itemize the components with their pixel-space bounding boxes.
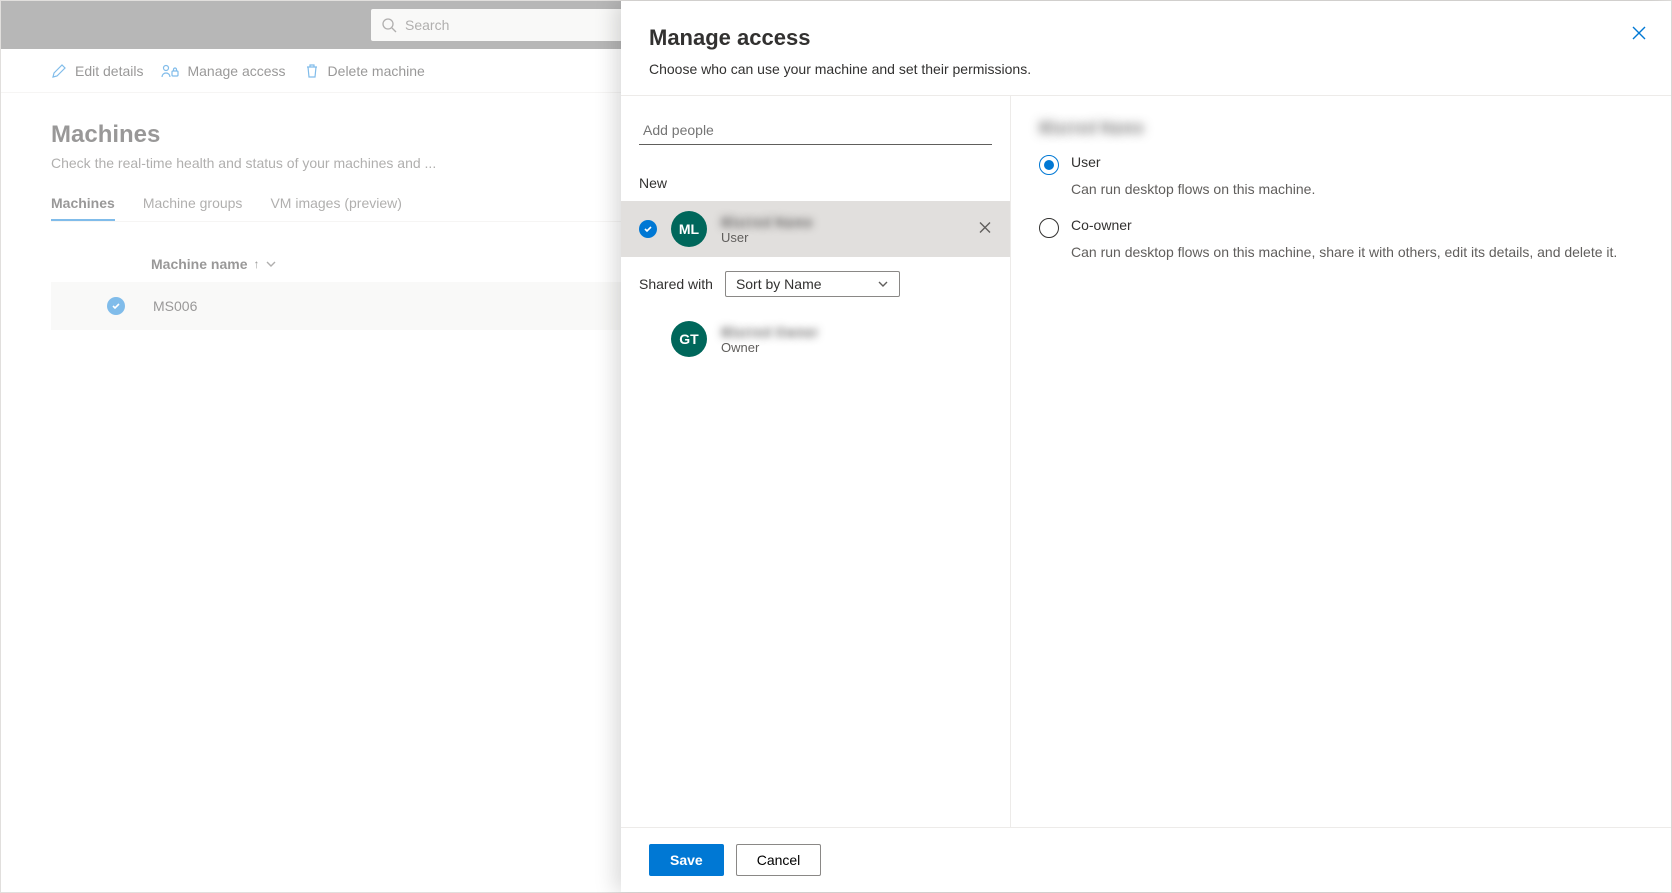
delete-machine-label: Delete machine xyxy=(328,63,425,79)
radio-coowner-desc: Can run desktop flows on this machine, s… xyxy=(1071,244,1643,260)
radio-user-label: User xyxy=(1071,154,1101,175)
person-role: Owner xyxy=(721,340,818,355)
radio-user[interactable]: User xyxy=(1039,154,1643,175)
sort-asc-icon: ↑ xyxy=(253,257,259,271)
people-column: New ML Blurred Name User Shared wit xyxy=(621,96,1011,827)
person-checked-icon xyxy=(639,220,657,238)
radio-coowner[interactable]: Co-owner xyxy=(1039,217,1643,238)
col-machine-name: Machine name xyxy=(151,256,247,272)
save-button[interactable]: Save xyxy=(649,844,724,876)
tab-vm-images[interactable]: VM images (preview) xyxy=(270,195,401,221)
permissions-column: Blurred Name User Can run desktop flows … xyxy=(1011,96,1671,827)
panel-body: New ML Blurred Name User Shared wit xyxy=(621,96,1671,827)
panel-subtitle: Choose who can use your machine and set … xyxy=(649,61,1643,77)
sort-value: Sort by Name xyxy=(736,276,822,292)
cancel-button[interactable]: Cancel xyxy=(736,844,822,876)
close-icon xyxy=(1631,25,1647,41)
avatar: GT xyxy=(671,321,707,357)
x-icon xyxy=(978,221,992,235)
shared-with-row: Shared with Sort by Name xyxy=(621,257,1010,311)
edit-details-label: Edit details xyxy=(75,63,143,79)
sort-dropdown[interactable]: Sort by Name xyxy=(725,271,900,297)
shared-with-label: Shared with xyxy=(639,276,713,292)
remove-person-button[interactable] xyxy=(978,221,992,238)
radio-icon xyxy=(1039,218,1059,238)
delete-machine-button[interactable]: Delete machine xyxy=(304,63,425,79)
manage-access-panel: Manage access Choose who can use your ma… xyxy=(621,1,1671,892)
person-info: Blurred Name User xyxy=(721,214,813,245)
search-placeholder: Search xyxy=(405,17,449,33)
pencil-icon xyxy=(51,63,67,79)
search-icon xyxy=(381,17,397,33)
manage-access-button[interactable]: Manage access xyxy=(161,63,285,79)
shared-person-row[interactable]: GT Blurred Owner Owner xyxy=(621,311,1010,367)
add-people-input[interactable] xyxy=(639,116,992,145)
radio-user-desc: Can run desktop flows on this machine. xyxy=(1071,181,1643,197)
person-name: Blurred Name xyxy=(721,214,813,230)
panel-header: Manage access Choose who can use your ma… xyxy=(621,1,1671,96)
avatar: ML xyxy=(671,211,707,247)
selected-person-title: Blurred Name xyxy=(1039,120,1643,138)
chevron-down-icon xyxy=(265,258,277,270)
tab-machine-groups[interactable]: Machine groups xyxy=(143,195,243,221)
manage-access-label: Manage access xyxy=(187,63,285,79)
person-info: Blurred Owner Owner xyxy=(721,324,818,355)
edit-details-button[interactable]: Edit details xyxy=(51,63,143,79)
panel-title: Manage access xyxy=(649,25,1643,51)
panel-footer: Save Cancel xyxy=(621,827,1671,892)
tab-machines[interactable]: Machines xyxy=(51,195,115,221)
person-role: User xyxy=(721,230,813,245)
new-section-label: New xyxy=(621,159,1010,201)
share-lock-icon xyxy=(161,63,179,79)
new-person-row[interactable]: ML Blurred Name User xyxy=(621,201,1010,257)
trash-icon xyxy=(304,63,320,79)
chevron-down-icon xyxy=(877,278,889,290)
row-machine-name: MS006 xyxy=(153,298,197,314)
radio-icon xyxy=(1039,155,1059,175)
row-checked-icon[interactable] xyxy=(107,297,125,315)
radio-coowner-label: Co-owner xyxy=(1071,217,1132,238)
person-name: Blurred Owner xyxy=(721,324,818,340)
close-button[interactable] xyxy=(1631,25,1647,44)
